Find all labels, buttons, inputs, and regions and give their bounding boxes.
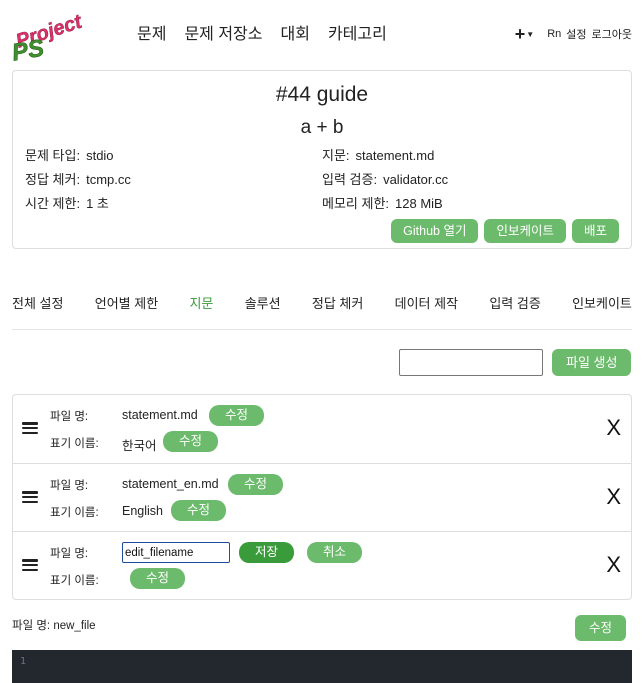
new-file-name-input[interactable] — [399, 349, 543, 376]
problem-type-value: stdio — [86, 148, 114, 163]
validator-label: 입력 검증: — [322, 172, 378, 187]
filename-label: 파일 명: — [50, 411, 89, 423]
checker-label: 정답 체커: — [25, 172, 81, 187]
problem-actions: Github 열기 인보케이트 배포 — [385, 219, 619, 243]
problem-title: #44 guide — [275, 83, 369, 106]
nav-contests[interactable]: 대회 — [281, 25, 310, 45]
checker-value: tcmp.cc — [86, 172, 131, 187]
create-dropdown[interactable]: + ▼ — [514, 24, 535, 44]
problem-tabs: 전체 설정 언어별 제한 지문 솔루션 정답 체커 데이터 제작 입력 검증 인… — [12, 294, 632, 330]
username-link[interactable]: Rn — [547, 28, 561, 40]
statement-file-list: 파일 명: statement.md 수정 표기 이름: 한국어 수정 X 파일… — [12, 394, 632, 600]
time-limit-row: 시간 제한: 1 초 — [25, 196, 109, 212]
filename-edit-input[interactable] — [122, 542, 230, 563]
problem-info-card: #44 guide a + b 문제 타입: stdio 정답 체커: tcmp.c… — [12, 70, 632, 249]
delete-file-button[interactable]: X — [606, 554, 621, 576]
line-number: 1 — [20, 656, 27, 667]
tab-checker[interactable]: 정답 체커 — [312, 294, 363, 329]
tab-statement[interactable]: 지문 — [189, 294, 213, 329]
memory-limit-row: 메모리 제한: 128 MiB — [322, 196, 443, 212]
statement-row: 지문: statement.md — [322, 148, 434, 164]
drag-handle-icon[interactable] — [22, 491, 38, 503]
drag-handle-icon[interactable] — [22, 422, 38, 434]
memory-limit-label: 메모리 제한: — [322, 196, 390, 211]
code-editor[interactable]: 1 — [12, 650, 632, 683]
file-item-editing: 파일 명: 저장 취소 표기 이름: 수정 X — [13, 531, 631, 599]
problem-name: a + b — [300, 117, 344, 138]
filename-value: statement_en.md — [122, 477, 219, 491]
deploy-button[interactable]: 배포 — [571, 219, 619, 243]
file-item: 파일 명: statement.md 수정 표기 이름: 한국어 수정 X — [13, 395, 631, 463]
current-file-name: 파일 명: new_file — [12, 620, 96, 632]
filename-label: 파일 명: — [50, 480, 89, 492]
edit-display-name-button[interactable]: 수정 — [171, 500, 227, 521]
filename-value: statement.md — [122, 408, 198, 422]
time-limit-label: 시간 제한: — [25, 196, 81, 211]
statement-label: 지문: — [322, 148, 350, 163]
statement-value: statement.md — [355, 148, 435, 163]
save-filename-button[interactable]: 저장 — [239, 542, 295, 563]
problem-type-row: 문제 타입: stdio — [25, 148, 114, 164]
tab-invoke[interactable]: 인보케이트 — [572, 294, 632, 329]
memory-limit-value: 128 MiB — [395, 196, 443, 211]
nav-categories[interactable]: 카테고리 — [328, 25, 387, 45]
display-name-label: 표기 이름: — [50, 507, 99, 519]
nav-problem-repository[interactable]: 문제 저장소 — [184, 25, 262, 45]
file-item: 파일 명: statement_en.md 수정 표기 이름: English … — [13, 463, 631, 531]
delete-file-button[interactable]: X — [606, 486, 621, 508]
delete-file-button[interactable]: X — [606, 417, 621, 439]
plus-icon: + — [514, 24, 526, 44]
cancel-edit-button[interactable]: 취소 — [307, 542, 363, 563]
user-menu: + ▼ Rn 설정 로그아웃 — [514, 24, 632, 44]
nav-problems[interactable]: 문제 — [137, 25, 166, 45]
display-name-value: 한국어 — [122, 439, 157, 453]
settings-link[interactable]: 설정 — [566, 26, 586, 42]
drag-handle-icon[interactable] — [22, 559, 38, 571]
top-header: Project PS 문제 문제 저장소 대회 카테고리 + ▼ Rn 설정 로… — [0, 0, 644, 70]
display-name-label: 표기 이름: — [50, 438, 99, 450]
display-name-label: 표기 이름: — [50, 575, 99, 587]
validator-row: 입력 검증: validator.cc — [322, 172, 448, 188]
edit-filename-button[interactable]: 수정 — [209, 405, 265, 426]
filename-label: 파일 명: — [50, 548, 89, 560]
logo-text-ps: PS — [10, 35, 46, 62]
tab-language-limits[interactable]: 언어별 제한 — [95, 294, 158, 329]
open-github-button[interactable]: Github 열기 — [391, 219, 479, 243]
logout-link[interactable]: 로그아웃 — [592, 26, 632, 42]
tab-general-settings[interactable]: 전체 설정 — [12, 294, 63, 329]
tab-validator[interactable]: 입력 검증 — [489, 294, 540, 329]
edit-content-button[interactable]: 수정 — [575, 615, 627, 641]
edit-display-name-button[interactable]: 수정 — [130, 568, 186, 589]
edit-filename-button[interactable]: 수정 — [228, 474, 284, 495]
problem-type-label: 문제 타입: — [25, 148, 81, 163]
validator-value: validator.cc — [383, 172, 449, 187]
checker-row: 정답 체커: tcmp.cc — [25, 172, 131, 188]
create-file-button[interactable]: 파일 생성 — [552, 349, 632, 376]
time-limit-value: 1 초 — [86, 196, 109, 211]
main-nav: 문제 문제 저장소 대회 카테고리 — [137, 25, 405, 45]
tab-solutions[interactable]: 솔루션 — [245, 294, 281, 329]
project-ps-logo[interactable]: Project PS — [10, 6, 100, 62]
invoke-button[interactable]: 인보케이트 — [484, 219, 566, 243]
edit-display-name-button[interactable]: 수정 — [163, 431, 219, 452]
display-name-value: English — [122, 504, 163, 518]
tab-generators[interactable]: 데이터 제작 — [395, 294, 458, 329]
caret-down-icon: ▼ — [526, 29, 535, 39]
